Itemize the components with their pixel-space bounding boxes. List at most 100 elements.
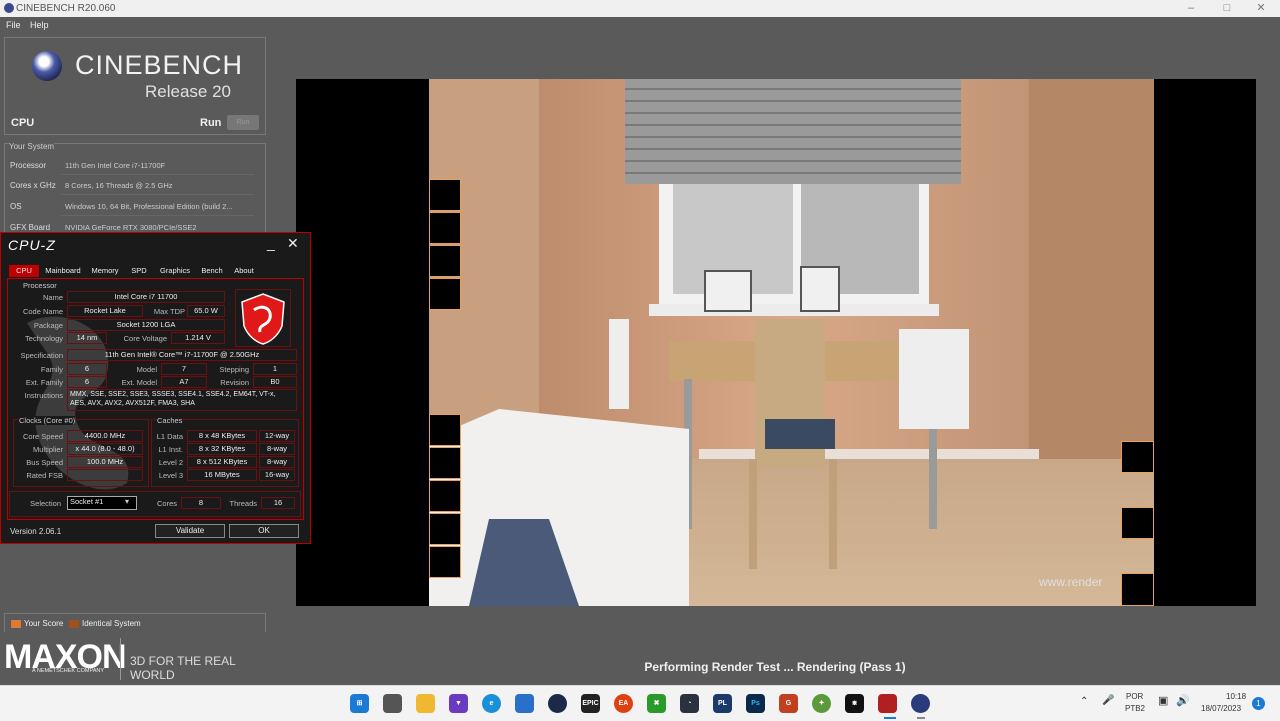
stepping-value: 1 <box>253 363 297 375</box>
system-value-box: 8 Cores, 16 Threads @ 2.5 GHz <box>61 177 254 195</box>
render-image: www.render <box>429 79 1154 606</box>
clock-date[interactable]: 18/07/2023 <box>1201 704 1241 713</box>
your-score-label: Your Score <box>24 619 64 628</box>
level2-label: Level 2 <box>158 458 183 467</box>
render-bucket <box>429 546 461 578</box>
windows-start-icon[interactable]: ⊞ <box>350 694 369 713</box>
xbox-icon[interactable]: ✖ <box>647 694 666 713</box>
capcut-icon[interactable]: ⋇ <box>845 694 864 713</box>
family-label: Family <box>40 365 63 374</box>
maxtdp-label: Max TDP <box>153 307 185 316</box>
validate-button[interactable]: Validate <box>155 524 225 538</box>
microphone-icon[interactable]: 🎤 <box>1102 695 1114 706</box>
kodi-icon[interactable]: ✦ <box>812 694 831 713</box>
extfamily-label: Ext. Family <box>25 378 63 387</box>
corevoltage-label: Core Voltage <box>123 334 167 343</box>
instructions-box: MMX, SSE, SSE2, SSE3, SSSE3, SSE4.1, SSE… <box>67 389 297 411</box>
tab-mainboard[interactable]: Mainboard <box>41 265 85 277</box>
system-value: NVIDIA GeForce RTX 3080/PCIe/SSE2 <box>65 223 197 232</box>
tab-spd[interactable]: SPD <box>125 265 153 277</box>
ok-button[interactable]: OK <box>229 524 299 538</box>
cinebench-icon[interactable] <box>911 694 930 713</box>
ea-app-icon[interactable]: EA <box>614 694 633 713</box>
revision-value: B0 <box>253 376 297 388</box>
tab-bench[interactable]: Bench <box>197 265 227 277</box>
level3-value: 16 MBytes <box>187 469 257 481</box>
folder-icon[interactable] <box>416 694 435 713</box>
store-icon[interactable] <box>515 694 534 713</box>
family-value: 6 <box>67 363 107 375</box>
minimize-button[interactable]: – <box>1176 1 1206 16</box>
system-value: 11th Gen Intel Core i7-11700F <box>65 161 166 170</box>
l1data-label: L1 Data <box>156 432 183 441</box>
cpuz-window[interactable]: CPU-Z _ ✕ CPU Mainboard Memory SPD Graph… <box>0 232 311 544</box>
system-value-box: 11th Gen Intel Core i7-11700F <box>61 157 254 175</box>
level2-way: 8-way <box>259 456 295 468</box>
chevron-down-icon[interactable]: ▾ <box>125 497 129 506</box>
system-row-os: OS Windows 10, 64 Bit, Professional Edit… <box>5 197 263 217</box>
edge-icon[interactable]: e <box>482 694 501 713</box>
maximize-button[interactable]: □ <box>1212 1 1242 16</box>
speed-gauge-icon[interactable]: ◔ <box>680 694 699 713</box>
chevron-up-icon[interactable]: ⌃ <box>1080 696 1088 707</box>
level3-way: 16-way <box>259 469 295 481</box>
specification-value: 11th Gen Intel® Core™ i7-11700F @ 2.50GH… <box>67 349 297 361</box>
photoshop-icon[interactable]: Ps <box>746 694 765 713</box>
busspeed-label: Bus Speed <box>26 458 63 467</box>
corespeed-value: 4400.0 MHz <box>67 430 143 442</box>
steam-icon[interactable] <box>548 694 567 713</box>
clock-time[interactable]: 10:18 <box>1226 692 1246 701</box>
corevoltage-value: 1.214 V <box>171 332 225 344</box>
system-label: Cores x GHz <box>10 181 56 190</box>
menu-file[interactable]: File <box>6 20 21 30</box>
proton-vpn-icon[interactable]: ▼ <box>449 694 468 713</box>
render-watermark: www.render <box>1038 575 1102 589</box>
pl-app-icon[interactable]: PL <box>713 694 732 713</box>
busspeed-value: 100.0 MHz <box>67 456 143 468</box>
keyboard-language[interactable]: POR <box>1126 692 1143 701</box>
tab-cpu[interactable]: CPU <box>9 265 39 277</box>
render-bucket <box>429 480 461 512</box>
close-button[interactable]: ✕ <box>1246 1 1276 16</box>
epic-games-icon[interactable]: EPIC <box>581 694 600 713</box>
run-button[interactable]: Run <box>227 115 259 130</box>
system-label: GFX Board <box>10 223 51 232</box>
tab-about[interactable]: About <box>229 265 259 277</box>
l1data-value: 8 x 48 KBytes <box>187 430 257 442</box>
specification-label: Specification <box>20 351 63 360</box>
taskbar: ⊞ ▼ e EPIC EA ✖ ◔ PL Ps G ✦ ⋇ ⌃ 🎤 POR PT… <box>0 685 1280 721</box>
gpu-z-icon[interactable] <box>878 694 897 713</box>
technology-value: 14 nm <box>67 332 107 344</box>
ratedfsb-value <box>67 469 143 481</box>
task-view-icon[interactable] <box>383 694 402 713</box>
render-viewport: www.render <box>296 79 1256 606</box>
cpuz-close-button[interactable]: ✕ <box>287 235 299 252</box>
stepping-label: Stepping <box>219 365 249 374</box>
model-value: 7 <box>161 363 207 375</box>
identical-system-swatch <box>69 620 79 628</box>
cinebench-logo-text: CINEBENCH <box>75 50 244 80</box>
tab-graphics[interactable]: Graphics <box>155 265 195 277</box>
notification-badge[interactable]: 1 <box>1252 697 1265 710</box>
extmodel-label: Ext. Model <box>121 378 157 387</box>
menu-help[interactable]: Help <box>30 20 49 30</box>
cpuz-minimize-button[interactable]: _ <box>267 235 275 251</box>
level2-value: 8 x 512 KBytes <box>187 456 257 468</box>
render-bucket <box>429 414 461 446</box>
package-value: Socket 1200 LGA <box>67 319 225 331</box>
g-app-icon[interactable]: G <box>779 694 798 713</box>
cores-value: 8 <box>181 497 221 509</box>
keyboard-layout[interactable]: PTB2 <box>1125 704 1145 713</box>
render-bucket <box>429 245 461 277</box>
corespeed-label: Core Speed <box>22 432 63 441</box>
your-system-header: Your System <box>9 142 55 151</box>
l1data-way: 12-way <box>259 430 295 442</box>
volume-icon[interactable]: 🔊 <box>1176 694 1190 707</box>
run-label: Run <box>200 117 222 129</box>
network-icon[interactable]: ▣ <box>1158 694 1168 707</box>
extfamily-value: 6 <box>67 376 107 388</box>
threads-label: Threads <box>229 499 257 508</box>
tab-memory[interactable]: Memory <box>87 265 123 277</box>
your-score-swatch <box>11 620 21 628</box>
selection-label: Selection <box>30 499 61 508</box>
